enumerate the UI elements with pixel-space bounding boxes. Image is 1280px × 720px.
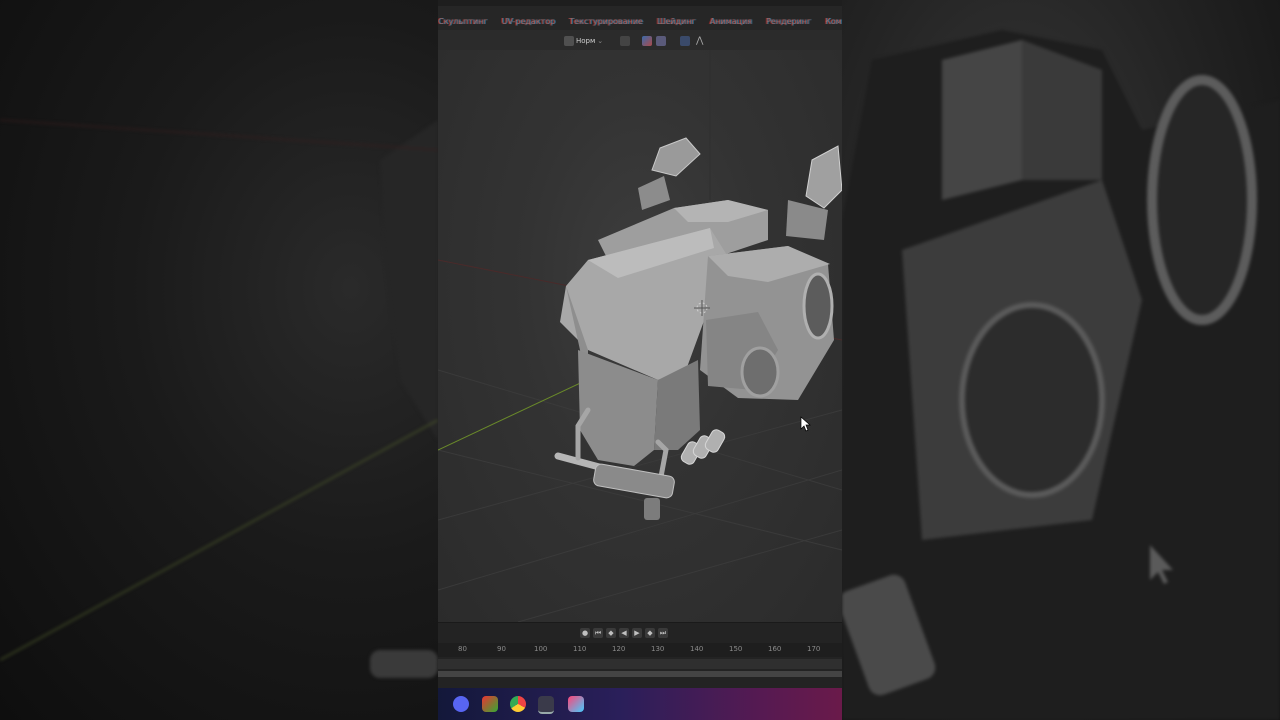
blender-window: Скульптинг UV-редактор Текстурирование Ш… bbox=[438, 0, 842, 720]
play-reverse-button[interactable]: ◀ bbox=[619, 628, 629, 638]
frame-tick: 80 bbox=[458, 645, 467, 653]
rear-thruster-ring bbox=[802, 272, 834, 340]
proportional-icon: ⋀ bbox=[696, 35, 704, 46]
tab-sculpting[interactable]: Скульптинг bbox=[438, 14, 495, 30]
frame-tick: 170 bbox=[807, 645, 821, 653]
chevron-down-icon: ⌄ bbox=[597, 36, 604, 45]
side-thruster bbox=[740, 346, 780, 398]
mouse-pointer-icon bbox=[800, 416, 811, 432]
discord-icon[interactable] bbox=[453, 696, 469, 712]
left-backdrop-drawing bbox=[0, 119, 438, 678]
blurred-y-axis-line bbox=[0, 419, 438, 661]
jump-end-button[interactable]: ⏭ bbox=[658, 628, 668, 638]
left-blurred-backdrop bbox=[0, 0, 438, 720]
blurred-x-axis-line bbox=[0, 119, 438, 151]
tab-texturing[interactable]: Текстурирование bbox=[562, 14, 650, 30]
link-icon bbox=[620, 35, 630, 46]
taskbar bbox=[438, 688, 842, 720]
blender-icon[interactable] bbox=[538, 696, 554, 714]
workspace-tabs: Скульптинг UV-редактор Текстурирование Ш… bbox=[438, 14, 842, 30]
frame-tick: 130 bbox=[651, 645, 665, 653]
frame-ruler[interactable]: 80 90 100 110 120 130 140 150 160 170 bbox=[438, 643, 842, 657]
shading-mode-label: Норм bbox=[576, 36, 596, 45]
pinterest-icon[interactable] bbox=[482, 696, 498, 712]
menu-strip bbox=[438, 0, 842, 6]
jump-start-button[interactable]: ⏮ bbox=[593, 628, 603, 638]
gizmo-toggle[interactable] bbox=[680, 34, 690, 47]
zoomed-panel-top bbox=[942, 40, 1022, 200]
blurred-model-edge bbox=[380, 120, 438, 440]
shading-mode-dropdown[interactable]: Норм ⌄ bbox=[564, 34, 603, 47]
tab-rendering[interactable]: Рендеринг bbox=[759, 14, 818, 30]
tab-animation[interactable]: Анимация bbox=[703, 14, 759, 30]
gizmo-icon bbox=[680, 35, 690, 46]
viewport-header: Норм ⌄ ⋀ bbox=[438, 30, 842, 50]
play-button[interactable]: ▶ bbox=[632, 628, 642, 638]
frame-tick: 110 bbox=[573, 645, 587, 653]
grid-icon bbox=[656, 35, 666, 46]
zoomed-side-ring bbox=[1147, 75, 1257, 325]
right-antenna bbox=[805, 145, 842, 209]
overlay-toggle[interactable] bbox=[642, 34, 652, 47]
grid-line bbox=[517, 529, 842, 622]
top-menu-bar: Скульптинг UV-редактор Текстурирование Ш… bbox=[438, 0, 842, 30]
left-antenna-base bbox=[638, 176, 670, 210]
tab-uv-editor[interactable]: UV-редактор bbox=[495, 14, 563, 30]
right-backdrop-drawing bbox=[842, 30, 1280, 720]
timeline-scrollbar[interactable] bbox=[438, 671, 842, 677]
photoshop-icon[interactable] bbox=[568, 696, 584, 712]
frame-tick: 150 bbox=[729, 645, 743, 653]
xray-toggle[interactable] bbox=[656, 34, 666, 47]
frame-tick: 120 bbox=[612, 645, 626, 653]
frame-tick: 100 bbox=[534, 645, 548, 653]
tab-shading[interactable]: Шейдинг bbox=[650, 14, 703, 30]
orientation-icon bbox=[564, 35, 574, 46]
timeline-panel: ● ⏮ ◆ ◀ ▶ ◆ ⏭ 80 90 100 110 120 130 140 … bbox=[438, 622, 842, 689]
blurred-pipe bbox=[370, 650, 438, 678]
robot-model[interactable] bbox=[554, 137, 842, 520]
overlay-icon bbox=[642, 35, 652, 46]
right-blurred-backdrop bbox=[842, 0, 1280, 720]
engine-nozzle bbox=[644, 498, 660, 520]
playback-controls: ● ⏮ ◆ ◀ ▶ ◆ ⏭ bbox=[580, 627, 668, 639]
tab-compositing[interactable]: Композитинг bbox=[818, 14, 842, 30]
record-button[interactable]: ● bbox=[580, 628, 590, 638]
prev-keyframe-button[interactable]: ◆ bbox=[606, 628, 616, 638]
zoomed-thruster-ring bbox=[959, 302, 1105, 498]
chrome-icon[interactable] bbox=[510, 696, 526, 712]
keyframe-track[interactable] bbox=[438, 659, 842, 669]
viewport-scene bbox=[438, 50, 842, 622]
frame-tick: 90 bbox=[497, 645, 506, 653]
snap-toggle[interactable] bbox=[620, 34, 630, 47]
frame-tick: 140 bbox=[690, 645, 704, 653]
frame-tick: 160 bbox=[768, 645, 782, 653]
3d-viewport[interactable] bbox=[438, 50, 842, 622]
left-antenna bbox=[651, 137, 701, 177]
proportional-toggle[interactable]: ⋀ bbox=[696, 34, 703, 47]
next-keyframe-button[interactable]: ◆ bbox=[645, 628, 655, 638]
